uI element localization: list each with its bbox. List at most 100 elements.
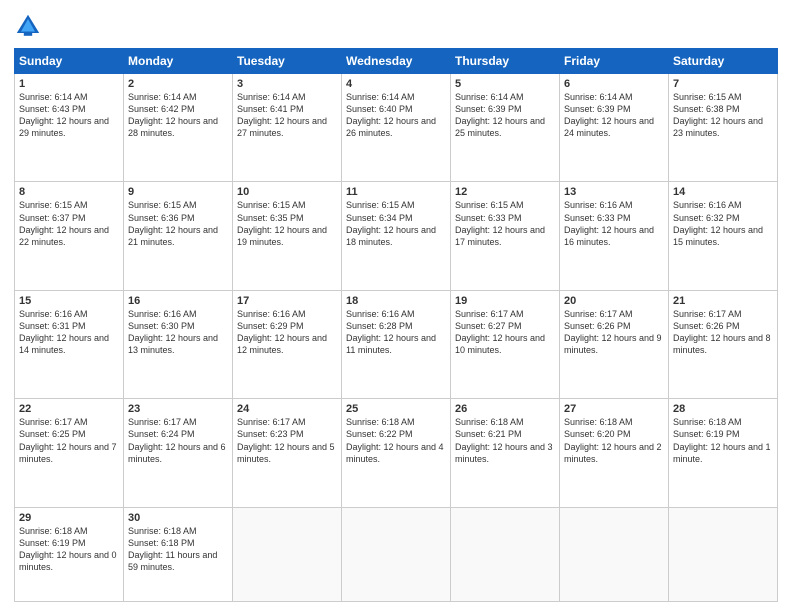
column-header-wednesday: Wednesday: [342, 49, 451, 74]
day-cell-3: 3 Sunrise: 6:14 AM Sunset: 6:41 PM Dayli…: [233, 74, 342, 182]
day-cell-14: 14 Sunrise: 6:16 AM Sunset: 6:32 PM Dayl…: [669, 182, 778, 290]
day-number: 7: [673, 78, 773, 90]
day-number: 5: [455, 78, 555, 90]
day-number: 4: [346, 78, 446, 90]
day-number: 8: [19, 186, 119, 198]
day-cell-25: 25 Sunrise: 6:18 AM Sunset: 6:22 PM Dayl…: [342, 399, 451, 507]
day-cell-17: 17 Sunrise: 6:16 AM Sunset: 6:29 PM Dayl…: [233, 290, 342, 398]
day-cell-1: 1 Sunrise: 6:14 AM Sunset: 6:43 PM Dayli…: [15, 74, 124, 182]
day-info: Sunrise: 6:15 AM Sunset: 6:38 PM Dayligh…: [673, 91, 773, 140]
day-info: Sunrise: 6:17 AM Sunset: 6:23 PM Dayligh…: [237, 416, 337, 465]
day-number: 12: [455, 186, 555, 198]
day-cell-6: 6 Sunrise: 6:14 AM Sunset: 6:39 PM Dayli…: [560, 74, 669, 182]
column-header-friday: Friday: [560, 49, 669, 74]
day-number: 22: [19, 403, 119, 415]
empty-cell: [342, 507, 451, 601]
day-number: 15: [19, 295, 119, 307]
day-info: Sunrise: 6:15 AM Sunset: 6:37 PM Dayligh…: [19, 199, 119, 248]
logo-icon: [14, 12, 42, 40]
day-info: Sunrise: 6:17 AM Sunset: 6:26 PM Dayligh…: [673, 308, 773, 357]
day-cell-28: 28 Sunrise: 6:18 AM Sunset: 6:19 PM Dayl…: [669, 399, 778, 507]
day-cell-21: 21 Sunrise: 6:17 AM Sunset: 6:26 PM Dayl…: [669, 290, 778, 398]
day-number: 16: [128, 295, 228, 307]
day-number: 30: [128, 512, 228, 524]
day-cell-5: 5 Sunrise: 6:14 AM Sunset: 6:39 PM Dayli…: [451, 74, 560, 182]
day-info: Sunrise: 6:15 AM Sunset: 6:36 PM Dayligh…: [128, 199, 228, 248]
day-number: 9: [128, 186, 228, 198]
day-number: 25: [346, 403, 446, 415]
day-number: 17: [237, 295, 337, 307]
empty-cell: [669, 507, 778, 601]
day-info: Sunrise: 6:16 AM Sunset: 6:28 PM Dayligh…: [346, 308, 446, 357]
day-cell-7: 7 Sunrise: 6:15 AM Sunset: 6:38 PM Dayli…: [669, 74, 778, 182]
day-info: Sunrise: 6:15 AM Sunset: 6:35 PM Dayligh…: [237, 199, 337, 248]
day-info: Sunrise: 6:14 AM Sunset: 6:41 PM Dayligh…: [237, 91, 337, 140]
day-info: Sunrise: 6:14 AM Sunset: 6:40 PM Dayligh…: [346, 91, 446, 140]
column-header-thursday: Thursday: [451, 49, 560, 74]
column-header-tuesday: Tuesday: [233, 49, 342, 74]
day-info: Sunrise: 6:15 AM Sunset: 6:33 PM Dayligh…: [455, 199, 555, 248]
day-cell-8: 8 Sunrise: 6:15 AM Sunset: 6:37 PM Dayli…: [15, 182, 124, 290]
day-info: Sunrise: 6:18 AM Sunset: 6:20 PM Dayligh…: [564, 416, 664, 465]
header: [14, 12, 778, 40]
day-cell-23: 23 Sunrise: 6:17 AM Sunset: 6:24 PM Dayl…: [124, 399, 233, 507]
day-cell-26: 26 Sunrise: 6:18 AM Sunset: 6:21 PM Dayl…: [451, 399, 560, 507]
day-cell-27: 27 Sunrise: 6:18 AM Sunset: 6:20 PM Dayl…: [560, 399, 669, 507]
day-cell-30: 30 Sunrise: 6:18 AM Sunset: 6:18 PM Dayl…: [124, 507, 233, 601]
day-info: Sunrise: 6:15 AM Sunset: 6:34 PM Dayligh…: [346, 199, 446, 248]
day-cell-4: 4 Sunrise: 6:14 AM Sunset: 6:40 PM Dayli…: [342, 74, 451, 182]
day-info: Sunrise: 6:14 AM Sunset: 6:39 PM Dayligh…: [564, 91, 664, 140]
day-number: 24: [237, 403, 337, 415]
day-number: 11: [346, 186, 446, 198]
day-number: 27: [564, 403, 664, 415]
day-info: Sunrise: 6:14 AM Sunset: 6:43 PM Dayligh…: [19, 91, 119, 140]
day-info: Sunrise: 6:14 AM Sunset: 6:42 PM Dayligh…: [128, 91, 228, 140]
day-cell-2: 2 Sunrise: 6:14 AM Sunset: 6:42 PM Dayli…: [124, 74, 233, 182]
day-number: 29: [19, 512, 119, 524]
day-cell-19: 19 Sunrise: 6:17 AM Sunset: 6:27 PM Dayl…: [451, 290, 560, 398]
day-number: 1: [19, 78, 119, 90]
day-number: 2: [128, 78, 228, 90]
day-number: 23: [128, 403, 228, 415]
day-info: Sunrise: 6:18 AM Sunset: 6:19 PM Dayligh…: [673, 416, 773, 465]
day-cell-9: 9 Sunrise: 6:15 AM Sunset: 6:36 PM Dayli…: [124, 182, 233, 290]
day-cell-15: 15 Sunrise: 6:16 AM Sunset: 6:31 PM Dayl…: [15, 290, 124, 398]
day-info: Sunrise: 6:18 AM Sunset: 6:22 PM Dayligh…: [346, 416, 446, 465]
day-number: 26: [455, 403, 555, 415]
day-info: Sunrise: 6:17 AM Sunset: 6:26 PM Dayligh…: [564, 308, 664, 357]
day-cell-13: 13 Sunrise: 6:16 AM Sunset: 6:33 PM Dayl…: [560, 182, 669, 290]
day-number: 28: [673, 403, 773, 415]
day-info: Sunrise: 6:16 AM Sunset: 6:30 PM Dayligh…: [128, 308, 228, 357]
day-cell-10: 10 Sunrise: 6:15 AM Sunset: 6:35 PM Dayl…: [233, 182, 342, 290]
column-header-sunday: Sunday: [15, 49, 124, 74]
day-cell-29: 29 Sunrise: 6:18 AM Sunset: 6:19 PM Dayl…: [15, 507, 124, 601]
day-number: 20: [564, 295, 664, 307]
day-cell-16: 16 Sunrise: 6:16 AM Sunset: 6:30 PM Dayl…: [124, 290, 233, 398]
day-info: Sunrise: 6:17 AM Sunset: 6:24 PM Dayligh…: [128, 416, 228, 465]
day-info: Sunrise: 6:16 AM Sunset: 6:33 PM Dayligh…: [564, 199, 664, 248]
column-header-monday: Monday: [124, 49, 233, 74]
day-cell-11: 11 Sunrise: 6:15 AM Sunset: 6:34 PM Dayl…: [342, 182, 451, 290]
day-number: 14: [673, 186, 773, 198]
day-number: 13: [564, 186, 664, 198]
day-info: Sunrise: 6:14 AM Sunset: 6:39 PM Dayligh…: [455, 91, 555, 140]
day-info: Sunrise: 6:17 AM Sunset: 6:27 PM Dayligh…: [455, 308, 555, 357]
day-number: 10: [237, 186, 337, 198]
day-info: Sunrise: 6:16 AM Sunset: 6:29 PM Dayligh…: [237, 308, 337, 357]
empty-cell: [560, 507, 669, 601]
empty-cell: [233, 507, 342, 601]
day-cell-18: 18 Sunrise: 6:16 AM Sunset: 6:28 PM Dayl…: [342, 290, 451, 398]
day-number: 19: [455, 295, 555, 307]
day-number: 6: [564, 78, 664, 90]
page: SundayMondayTuesdayWednesdayThursdayFrid…: [0, 0, 792, 612]
day-info: Sunrise: 6:17 AM Sunset: 6:25 PM Dayligh…: [19, 416, 119, 465]
logo: [14, 12, 46, 40]
day-cell-12: 12 Sunrise: 6:15 AM Sunset: 6:33 PM Dayl…: [451, 182, 560, 290]
day-info: Sunrise: 6:16 AM Sunset: 6:31 PM Dayligh…: [19, 308, 119, 357]
day-cell-20: 20 Sunrise: 6:17 AM Sunset: 6:26 PM Dayl…: [560, 290, 669, 398]
day-number: 3: [237, 78, 337, 90]
day-info: Sunrise: 6:16 AM Sunset: 6:32 PM Dayligh…: [673, 199, 773, 248]
calendar-table: SundayMondayTuesdayWednesdayThursdayFrid…: [14, 48, 778, 602]
day-info: Sunrise: 6:18 AM Sunset: 6:21 PM Dayligh…: [455, 416, 555, 465]
empty-cell: [451, 507, 560, 601]
